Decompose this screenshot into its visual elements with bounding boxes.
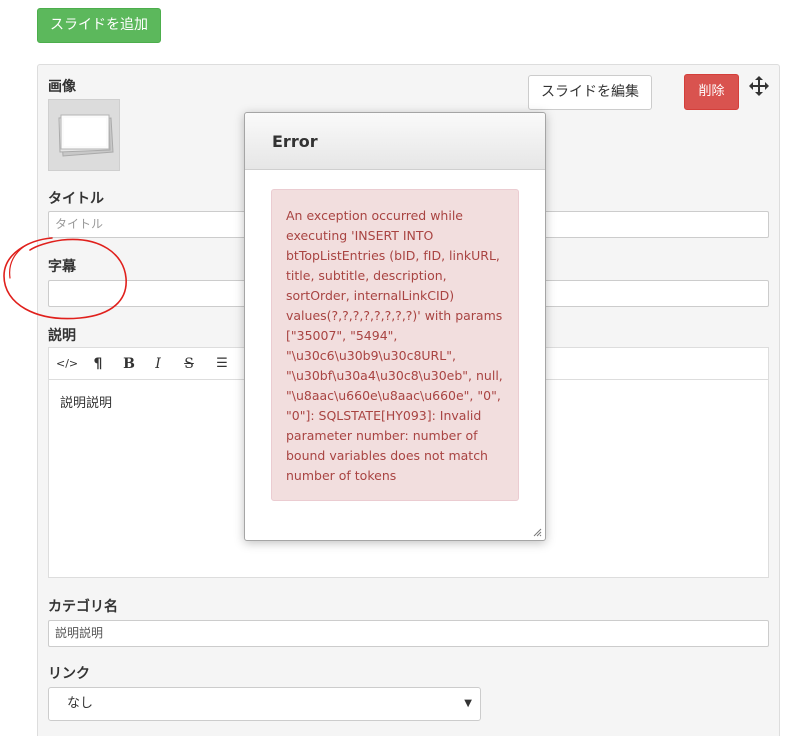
bold-icon[interactable]: B	[118, 353, 140, 375]
edit-slide-button[interactable]: スライドを編集	[528, 75, 652, 110]
category-label: カテゴリ名	[48, 599, 118, 615]
list-icon[interactable]: ☰	[211, 353, 233, 375]
strikethrough-icon[interactable]: S	[178, 353, 200, 375]
dialog-title: Error	[272, 132, 318, 151]
link-select[interactable]: なし ▼	[48, 687, 481, 721]
error-dialog: Error An exception occurred while execut…	[244, 112, 546, 541]
image-label: 画像	[48, 79, 76, 95]
image-placeholder-icon	[58, 114, 114, 157]
category-input[interactable]: 説明説明	[48, 620, 769, 647]
code-view-icon[interactable]: </>	[56, 353, 78, 375]
error-message: An exception occurred while executing 'I…	[271, 189, 519, 501]
link-label: リンク	[48, 666, 90, 682]
paragraph-icon[interactable]: ¶	[87, 353, 109, 375]
move-icon[interactable]	[748, 75, 770, 97]
description-label: 説明	[48, 328, 76, 344]
resize-grip-icon[interactable]	[532, 527, 542, 537]
dialog-header: Error	[245, 113, 545, 170]
subtitle-label: 字幕	[48, 259, 76, 275]
slide-thumbnail[interactable]	[48, 99, 120, 171]
delete-button[interactable]: 削除	[684, 74, 739, 110]
link-select-value: なし	[67, 696, 94, 711]
add-slide-button[interactable]: スライドを追加	[37, 8, 161, 43]
italic-icon[interactable]: I	[147, 353, 169, 375]
chevron-down-icon: ▼	[464, 698, 472, 709]
title-label: タイトル	[48, 191, 104, 207]
